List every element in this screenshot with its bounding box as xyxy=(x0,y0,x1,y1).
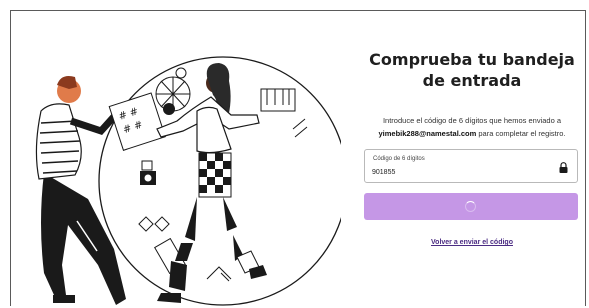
doodle-dot xyxy=(163,103,175,115)
verification-code-field[interactable]: Código de 6 dígitos xyxy=(364,149,578,183)
loading-spinner-icon xyxy=(465,201,476,212)
resend-code-link[interactable]: Volver a enviar el código xyxy=(363,239,581,246)
code-field-label: Código de 6 dígitos xyxy=(373,156,425,162)
lock-icon xyxy=(559,162,568,173)
instructions-suffix: para completar el registro. xyxy=(478,129,566,138)
signup-verification-frame: # # # # Comprueba tu bandeja de entrada … xyxy=(10,10,586,306)
instructions-text: Introduce el código de 6 dígitos que hem… xyxy=(363,114,581,140)
email-address: yimebik288@namestal.com xyxy=(378,129,477,138)
verification-code-input[interactable] xyxy=(372,166,542,178)
instructions-prefix: Introduce el código de 6 dígitos que hem… xyxy=(382,116,562,125)
illustration: # # # # xyxy=(35,56,341,306)
submit-button[interactable] xyxy=(364,193,578,220)
page-title: Comprueba tu bandeja de entrada xyxy=(369,50,575,90)
verification-panel: Comprueba tu bandeja de entrada Introduc… xyxy=(363,11,581,306)
